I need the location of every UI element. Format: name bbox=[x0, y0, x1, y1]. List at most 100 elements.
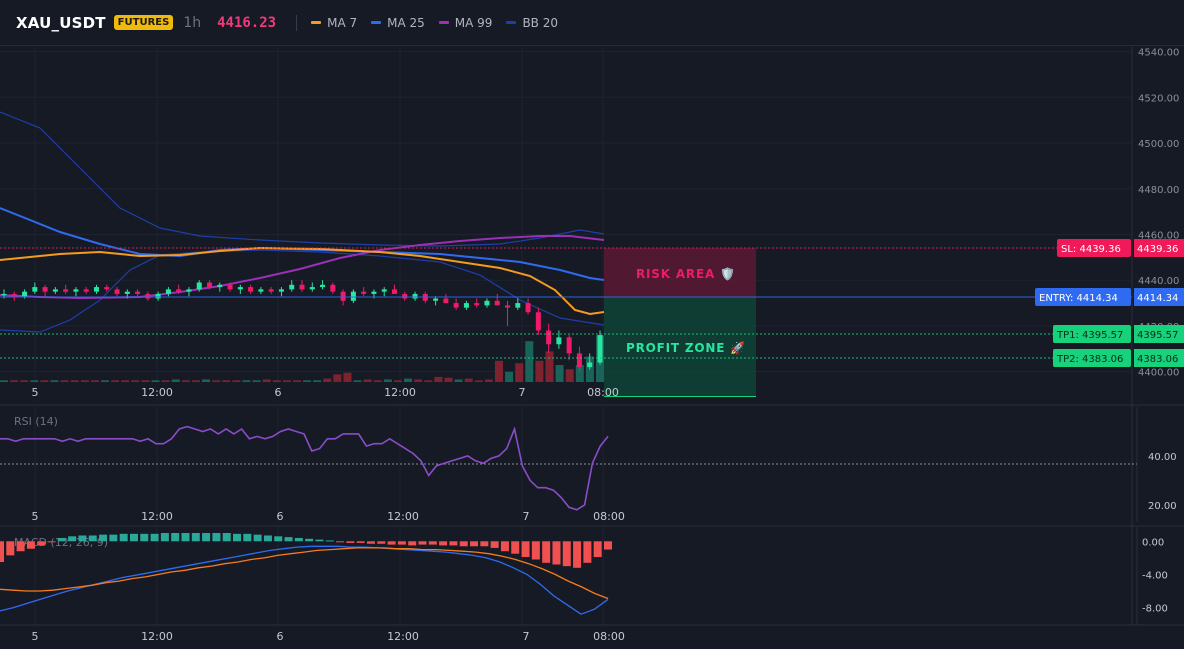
time-tick-label: 6 bbox=[277, 510, 284, 523]
volume-bar bbox=[10, 380, 19, 382]
candle-body bbox=[104, 287, 110, 290]
volume-bar bbox=[535, 360, 544, 382]
price-tick-label: 4400.00 bbox=[1138, 368, 1179, 379]
candle-body bbox=[124, 291, 130, 294]
macd-histogram-bar bbox=[562, 541, 571, 567]
candle-body bbox=[463, 303, 469, 308]
macd-histogram-bar bbox=[552, 541, 561, 565]
sl-tag: SL: 4439.36 4439.36 bbox=[1057, 239, 1184, 257]
candle-body bbox=[63, 289, 69, 292]
candle-body bbox=[186, 289, 192, 292]
time-tick-label: 7 bbox=[519, 386, 526, 399]
macd-histogram-bar bbox=[542, 541, 551, 563]
time-tick-label: 5 bbox=[32, 386, 39, 399]
candle-body bbox=[505, 305, 511, 308]
volume-bar bbox=[464, 378, 473, 382]
candle-body bbox=[227, 284, 233, 290]
candle-body bbox=[484, 300, 490, 306]
macd-histogram-bar bbox=[511, 541, 520, 554]
candle-body bbox=[73, 289, 79, 292]
candle-body bbox=[1, 293, 7, 296]
macd-histogram-bar bbox=[387, 541, 396, 545]
macd-histogram-bar bbox=[47, 541, 56, 543]
candle-body bbox=[515, 303, 521, 308]
candle-body bbox=[587, 362, 593, 368]
macd-histogram-bar bbox=[99, 534, 108, 542]
macd-tick-label: -8.00 bbox=[1142, 604, 1168, 615]
volume-bar bbox=[101, 380, 110, 382]
macd-histogram-bar bbox=[377, 541, 386, 544]
time-tick-label: 5 bbox=[32, 630, 39, 643]
chart-canvas[interactable]: RISK AREA 🛡️ PROFIT ZONE 🚀 4540.00 4520.0… bbox=[0, 0, 1184, 649]
volume-bar bbox=[555, 365, 564, 382]
volume-bar bbox=[30, 380, 39, 382]
volume-bar bbox=[505, 371, 514, 382]
volume-bar bbox=[60, 380, 69, 382]
macd-histogram-bar bbox=[26, 541, 35, 549]
macd-histogram-bar bbox=[263, 535, 272, 542]
candle-body bbox=[155, 293, 161, 299]
volume-bar bbox=[131, 380, 140, 382]
candle-body bbox=[371, 291, 377, 294]
macd-histogram-bar bbox=[346, 541, 355, 543]
volume-bar bbox=[111, 380, 120, 382]
candle-body bbox=[32, 287, 38, 292]
macd-histogram-bar bbox=[57, 537, 66, 542]
candle-body bbox=[443, 298, 449, 304]
entry-tag: ENTRY: 4414.34 4414.34 bbox=[1035, 288, 1184, 306]
time-tick-label: 6 bbox=[277, 630, 284, 643]
trade-zones: RISK AREA 🛡️ PROFIT ZONE 🚀 bbox=[604, 248, 756, 397]
macd-histogram-bar bbox=[418, 541, 427, 545]
volume-bar bbox=[70, 380, 79, 382]
volume-bar bbox=[434, 376, 443, 382]
candle-body bbox=[361, 291, 367, 294]
time-axis[interactable]: 5 12:00 6 12:00 7 08:00 5 12:00 6 12:00 7 08:00 5 12:… bbox=[32, 386, 625, 643]
macd-histogram-bar bbox=[274, 536, 283, 542]
sl-tag-label: SL: 4439.36 bbox=[1061, 244, 1121, 255]
macd-histogram-bar bbox=[305, 538, 314, 542]
candle-body bbox=[525, 303, 531, 313]
macd-histogram-bar bbox=[212, 533, 221, 542]
tp1-tag-label: TP1: 4395.57 bbox=[1056, 330, 1123, 341]
time-tick-label: 12:00 bbox=[387, 630, 419, 643]
macd-histogram-bar bbox=[171, 533, 180, 542]
candle-body bbox=[22, 291, 28, 297]
volume-bar bbox=[313, 380, 322, 382]
macd-pane: MACD (12, 26, 9) 0.00-4.00-8.00 bbox=[0, 533, 1168, 615]
rsi-tick-label: 40.00 bbox=[1148, 452, 1177, 463]
moving-averages bbox=[0, 207, 605, 316]
volume-bar bbox=[454, 379, 463, 382]
candle-body bbox=[11, 293, 17, 297]
candle-body bbox=[330, 284, 336, 292]
candle-body bbox=[114, 289, 120, 294]
price-tick-label: 4500.00 bbox=[1138, 139, 1179, 150]
macd-histogram-bar bbox=[68, 536, 77, 542]
candle-body bbox=[556, 337, 562, 345]
time-tick-label: 7 bbox=[523, 630, 530, 643]
bollinger-bands bbox=[0, 111, 605, 333]
candle-body bbox=[237, 287, 243, 290]
bb-upper-band bbox=[0, 111, 605, 247]
volume-bar bbox=[414, 379, 423, 382]
candle-body bbox=[176, 289, 182, 292]
volume-bar bbox=[222, 380, 231, 382]
macd-histogram-bar bbox=[253, 534, 262, 542]
volume-bar bbox=[444, 377, 453, 382]
macd-histogram-bar bbox=[16, 541, 25, 552]
candle-body bbox=[576, 353, 582, 368]
macd-histogram-bar bbox=[439, 541, 448, 546]
macd-histogram-bar bbox=[109, 534, 118, 542]
volume-bar bbox=[212, 380, 221, 382]
candle-body bbox=[309, 287, 315, 290]
candle-body bbox=[299, 284, 305, 290]
volume-bar bbox=[171, 379, 180, 382]
macd-histogram-bar bbox=[366, 541, 375, 544]
candle-body bbox=[391, 289, 397, 294]
time-tick-label: 08:00 bbox=[593, 510, 625, 523]
time-tick-label: 12:00 bbox=[141, 630, 173, 643]
candle-body bbox=[494, 300, 500, 306]
volume-bar bbox=[40, 380, 49, 382]
macd-tick-label: 0.00 bbox=[1142, 537, 1164, 548]
candle-body bbox=[196, 282, 202, 290]
price-levels bbox=[0, 247, 1132, 359]
